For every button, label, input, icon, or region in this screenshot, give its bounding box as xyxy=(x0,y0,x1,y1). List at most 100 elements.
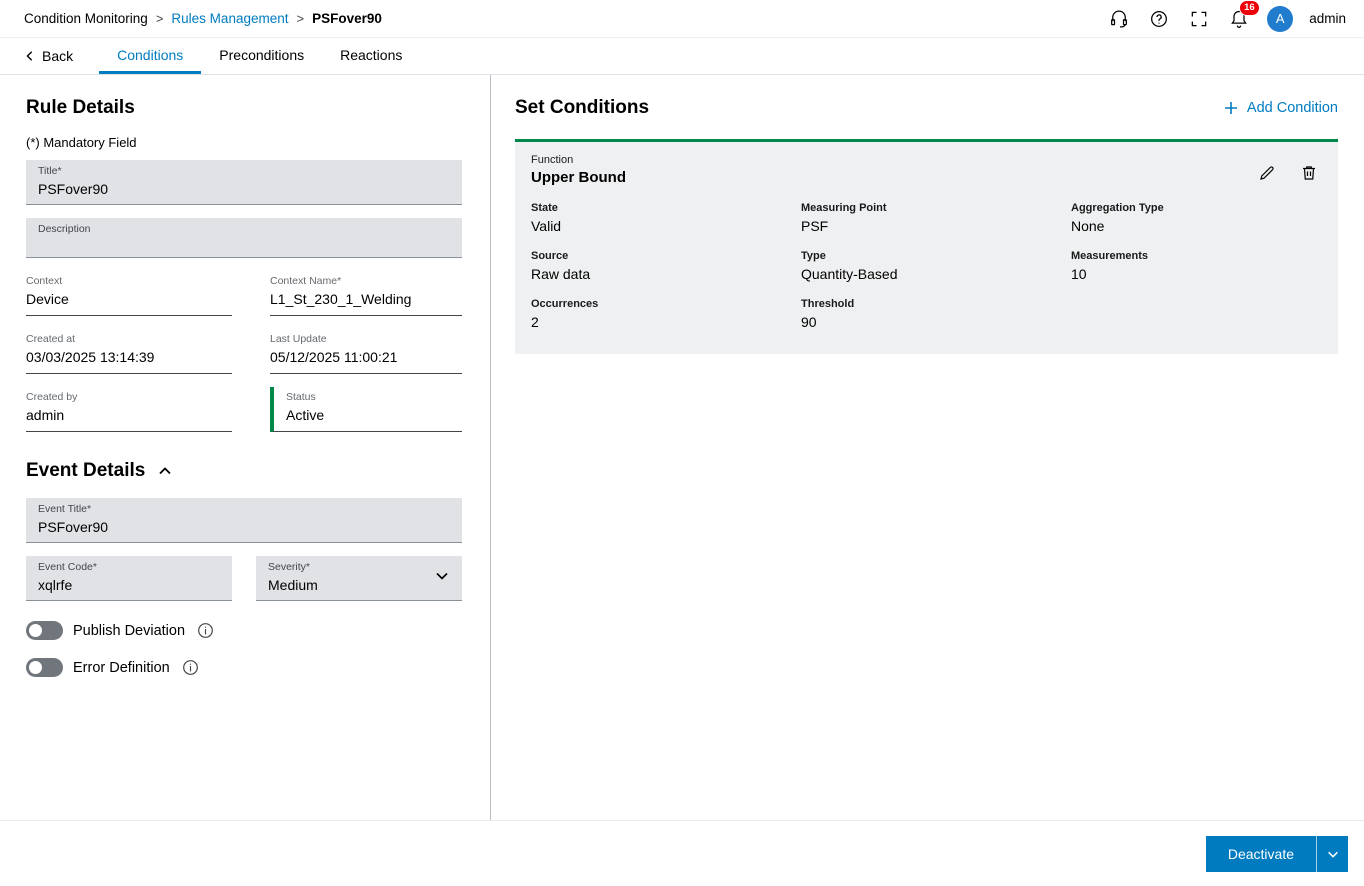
chevron-left-icon xyxy=(24,50,36,62)
condition-field-state: State Valid xyxy=(531,202,801,234)
condition-field-label: Source xyxy=(531,250,801,262)
fullscreen-icon[interactable] xyxy=(1187,7,1211,31)
breadcrumb: Condition Monitoring > Rules Management … xyxy=(24,11,382,26)
plus-icon xyxy=(1223,100,1239,116)
condition-field-value: Quantity-Based xyxy=(801,266,1071,282)
deactivate-button[interactable]: Deactivate xyxy=(1206,836,1316,872)
created-by-field-value: admin xyxy=(26,406,232,424)
condition-field-value: 2 xyxy=(531,314,801,330)
title-field-label: Title* xyxy=(38,165,450,178)
edit-condition-button[interactable] xyxy=(1258,164,1276,182)
condition-field-label: State xyxy=(531,202,801,214)
condition-field-value: Raw data xyxy=(531,266,801,282)
condition-field-label: Type xyxy=(801,250,1071,262)
condition-field-label: Occurrences xyxy=(531,298,801,310)
main-content: Rule Details (*) Mandatory Field Title* … xyxy=(0,75,1364,820)
username-label[interactable]: admin xyxy=(1309,11,1346,26)
breadcrumb-separator: > xyxy=(156,11,164,26)
context-name-field-label: Context Name* xyxy=(270,275,462,288)
last-update-field: Last Update 05/12/2025 11:00:21 xyxy=(270,329,462,374)
last-update-field-label: Last Update xyxy=(270,333,462,346)
event-details-collapse-button[interactable] xyxy=(157,463,173,479)
condition-field-label: Threshold xyxy=(801,298,1071,310)
event-title-field[interactable]: Event Title* PSFover90 xyxy=(26,498,462,543)
description-field[interactable]: Description xyxy=(26,218,462,258)
severity-select[interactable]: Severity* Medium xyxy=(256,556,462,601)
add-condition-label: Add Condition xyxy=(1247,100,1338,116)
severity-select-value: Medium xyxy=(268,576,450,594)
condition-field-threshold: Threshold 90 xyxy=(801,298,1071,330)
condition-field-measurements: Measurements 10 xyxy=(1071,250,1322,282)
status-field-label: Status xyxy=(286,391,462,404)
breadcrumb-separator: > xyxy=(297,11,305,26)
set-conditions-title: Set Conditions xyxy=(515,97,649,119)
created-at-field: Created at 03/03/2025 13:14:39 xyxy=(26,329,232,374)
breadcrumb-root[interactable]: Condition Monitoring xyxy=(24,11,148,26)
breadcrumb-rules-management[interactable]: Rules Management xyxy=(171,11,288,26)
notifications-bell-icon[interactable]: 16 xyxy=(1227,7,1251,31)
context-name-field-value: L1_St_230_1_Welding xyxy=(270,290,462,308)
created-at-field-value: 03/03/2025 13:14:39 xyxy=(26,348,232,366)
pencil-icon xyxy=(1258,164,1276,182)
condition-field-occurrences: Occurrences 2 xyxy=(531,298,801,330)
rule-details-title: Rule Details xyxy=(26,97,462,119)
event-details-title: Event Details xyxy=(26,460,145,482)
condition-card: Function Upper Bound xyxy=(515,139,1338,354)
severity-select-label: Severity* xyxy=(268,561,450,574)
status-field-value: Active xyxy=(286,406,462,424)
condition-field-label: Aggregation Type xyxy=(1071,202,1322,214)
help-icon[interactable] xyxy=(1147,7,1171,31)
tab-bar: Back Conditions Preconditions Reactions xyxy=(0,38,1364,75)
user-avatar[interactable]: A xyxy=(1267,6,1293,32)
set-conditions-panel: Set Conditions Add Condition Function Up… xyxy=(491,75,1364,820)
chevron-down-icon xyxy=(1326,847,1340,861)
created-by-field: Created by admin xyxy=(26,387,232,432)
event-code-field-label: Event Code* xyxy=(38,561,220,574)
error-definition-label: Error Definition xyxy=(73,660,170,676)
chevron-up-icon xyxy=(157,463,173,479)
status-field: Status Active xyxy=(270,387,462,432)
title-field[interactable]: Title* PSFover90 xyxy=(26,160,462,205)
last-update-field-value: 05/12/2025 11:00:21 xyxy=(270,348,462,366)
event-title-field-value: PSFover90 xyxy=(38,518,450,536)
condition-field-value: None xyxy=(1071,218,1322,234)
publish-deviation-label: Publish Deviation xyxy=(73,623,185,639)
support-icon[interactable] xyxy=(1107,7,1131,31)
deactivate-dropdown-button[interactable] xyxy=(1316,836,1348,872)
tab-reactions[interactable]: Reactions xyxy=(322,38,420,74)
toggle-knob xyxy=(29,661,42,674)
breadcrumb-current: PSFover90 xyxy=(312,11,382,26)
footer-bar: Deactivate xyxy=(0,820,1364,886)
delete-condition-button[interactable] xyxy=(1300,164,1318,182)
back-label: Back xyxy=(42,48,73,64)
context-field: Context Device xyxy=(26,271,232,316)
chevron-down-icon xyxy=(434,568,450,589)
error-definition-toggle[interactable] xyxy=(26,658,63,677)
tab-conditions[interactable]: Conditions xyxy=(99,38,201,74)
trash-icon xyxy=(1300,164,1318,182)
condition-field-type: Type Quantity-Based xyxy=(801,250,1071,282)
publish-deviation-info-icon[interactable] xyxy=(197,622,214,639)
context-field-value: Device xyxy=(26,290,232,308)
condition-field-value: Valid xyxy=(531,218,801,234)
condition-field-measuring-point: Measuring Point PSF xyxy=(801,202,1071,234)
event-code-field[interactable]: Event Code* xqlrfe xyxy=(26,556,232,601)
function-value: Upper Bound xyxy=(531,169,626,186)
condition-field-value: 90 xyxy=(801,314,1071,330)
tab-preconditions[interactable]: Preconditions xyxy=(201,38,322,74)
top-bar: Condition Monitoring > Rules Management … xyxy=(0,0,1364,38)
condition-field-label: Measurements xyxy=(1071,250,1322,262)
error-definition-info-icon[interactable] xyxy=(182,659,199,676)
add-condition-button[interactable]: Add Condition xyxy=(1223,100,1338,116)
event-title-field-label: Event Title* xyxy=(38,503,450,516)
created-by-field-label: Created by xyxy=(26,391,232,404)
publish-deviation-toggle[interactable] xyxy=(26,621,63,640)
back-button[interactable]: Back xyxy=(24,38,73,74)
toggle-knob xyxy=(29,624,42,637)
event-code-field-value: xqlrfe xyxy=(38,576,220,594)
rule-details-panel: Rule Details (*) Mandatory Field Title* … xyxy=(0,75,491,820)
condition-field-label: Measuring Point xyxy=(801,202,1071,214)
condition-field-aggregation-type: Aggregation Type None xyxy=(1071,202,1322,234)
function-label: Function xyxy=(531,154,626,166)
condition-field-value: 10 xyxy=(1071,266,1322,282)
